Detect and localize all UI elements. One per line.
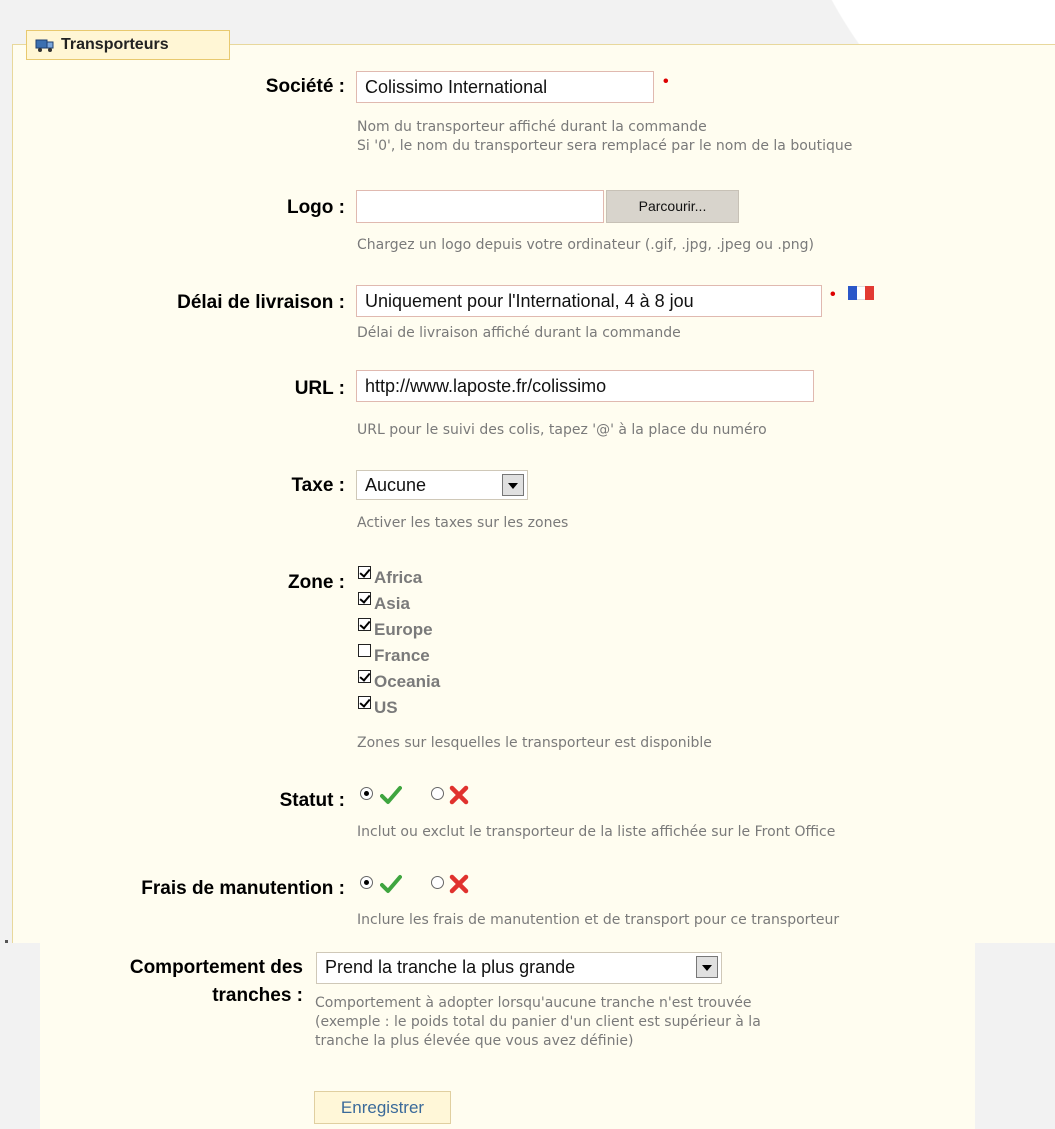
french-flag-icon[interactable] [848, 286, 875, 300]
required-mark: • [663, 73, 669, 90]
comportement-hint-1: Comportement à adopter lorsqu'aucune tra… [315, 995, 752, 1011]
form-panel [12, 44, 1055, 943]
zone-checkbox-europe[interactable] [358, 618, 371, 631]
frais-hint: Inclure les frais de manutention et de t… [357, 912, 840, 928]
statut-hint: Inclut ou exclut le transporteur de la l… [357, 824, 836, 840]
logo-hint: Chargez un logo depuis votre ordinateur … [357, 237, 814, 253]
societe-hint-2: Si '0', le nom du transporteur sera remp… [357, 138, 853, 154]
zone-checkbox-africa[interactable] [358, 566, 371, 579]
comportement-label-line2: tranches : [212, 985, 303, 1006]
societe-label: Société : [265, 76, 345, 97]
logo-file-input[interactable] [356, 190, 604, 223]
required-mark: • [830, 286, 836, 303]
frais-radio-yes[interactable] [360, 876, 373, 889]
zone-hint: Zones sur lesquelles le transporteur est… [357, 735, 712, 751]
zone-checkbox-asia[interactable] [358, 592, 371, 605]
delai-label: Délai de livraison : [177, 292, 345, 313]
zone-label-france[interactable]: France [374, 646, 430, 666]
comportement-selected: Prend la tranche la plus grande [325, 957, 576, 977]
societe-input[interactable]: Colissimo International [356, 71, 654, 103]
check-icon[interactable] [380, 785, 402, 805]
chevron-down-icon[interactable] [502, 474, 524, 496]
zone-label: Zone : [288, 572, 345, 593]
cross-icon[interactable] [449, 785, 469, 805]
statut-label: Statut : [279, 790, 345, 811]
stray-dot [5, 940, 8, 943]
taxe-label: Taxe : [291, 475, 345, 496]
delai-hint: Délai de livraison affiché durant la com… [357, 325, 681, 341]
zone-label-oceania[interactable]: Oceania [374, 672, 440, 692]
frais-radio-no[interactable] [431, 876, 444, 889]
zone-checkbox-oceania[interactable] [358, 670, 371, 683]
zone-label-africa[interactable]: Africa [374, 568, 422, 588]
comportement-hint-2: (exemple : le poids total du panier d'un… [315, 1014, 761, 1030]
comportement-select[interactable]: Prend la tranche la plus grande [316, 952, 722, 984]
zone-checkbox-france[interactable] [358, 644, 371, 657]
zone-label-asia[interactable]: Asia [374, 594, 410, 614]
comportement-hint-3: tranche la plus élevée que vous avez déf… [315, 1033, 634, 1049]
zone-checkbox-us[interactable] [358, 696, 371, 709]
logo-label: Logo : [286, 197, 345, 218]
statut-radio-no[interactable] [431, 787, 444, 800]
truck-icon [35, 39, 54, 52]
statut-radio-yes[interactable] [360, 787, 373, 800]
save-button[interactable]: Enregistrer [314, 1091, 451, 1124]
delai-input[interactable]: Uniquement pour l'International, 4 à 8 j… [356, 285, 822, 317]
chevron-down-icon[interactable] [696, 956, 718, 978]
fieldset-legend: Transporteurs [26, 30, 230, 60]
societe-hint-1: Nom du transporteur affiché durant la co… [357, 119, 707, 135]
taxe-selected: Aucune [365, 475, 427, 495]
url-hint: URL pour le suivi des colis, tapez '@' à… [357, 422, 767, 438]
taxe-hint: Activer les taxes sur les zones [357, 515, 569, 531]
frais-label: Frais de manutention : [141, 878, 345, 899]
comportement-label-line1: Comportement des [129, 957, 303, 978]
browse-button[interactable]: Parcourir... [606, 190, 739, 223]
check-icon[interactable] [380, 874, 402, 894]
zone-label-europe[interactable]: Europe [374, 620, 433, 640]
legend-title: Transporteurs [61, 36, 169, 53]
cross-icon[interactable] [449, 874, 469, 894]
url-label: URL : [294, 378, 345, 399]
zone-label-us[interactable]: US [374, 698, 398, 718]
taxe-select[interactable]: Aucune [356, 470, 528, 500]
url-input[interactable]: http://www.laposte.fr/colissimo [356, 370, 814, 402]
